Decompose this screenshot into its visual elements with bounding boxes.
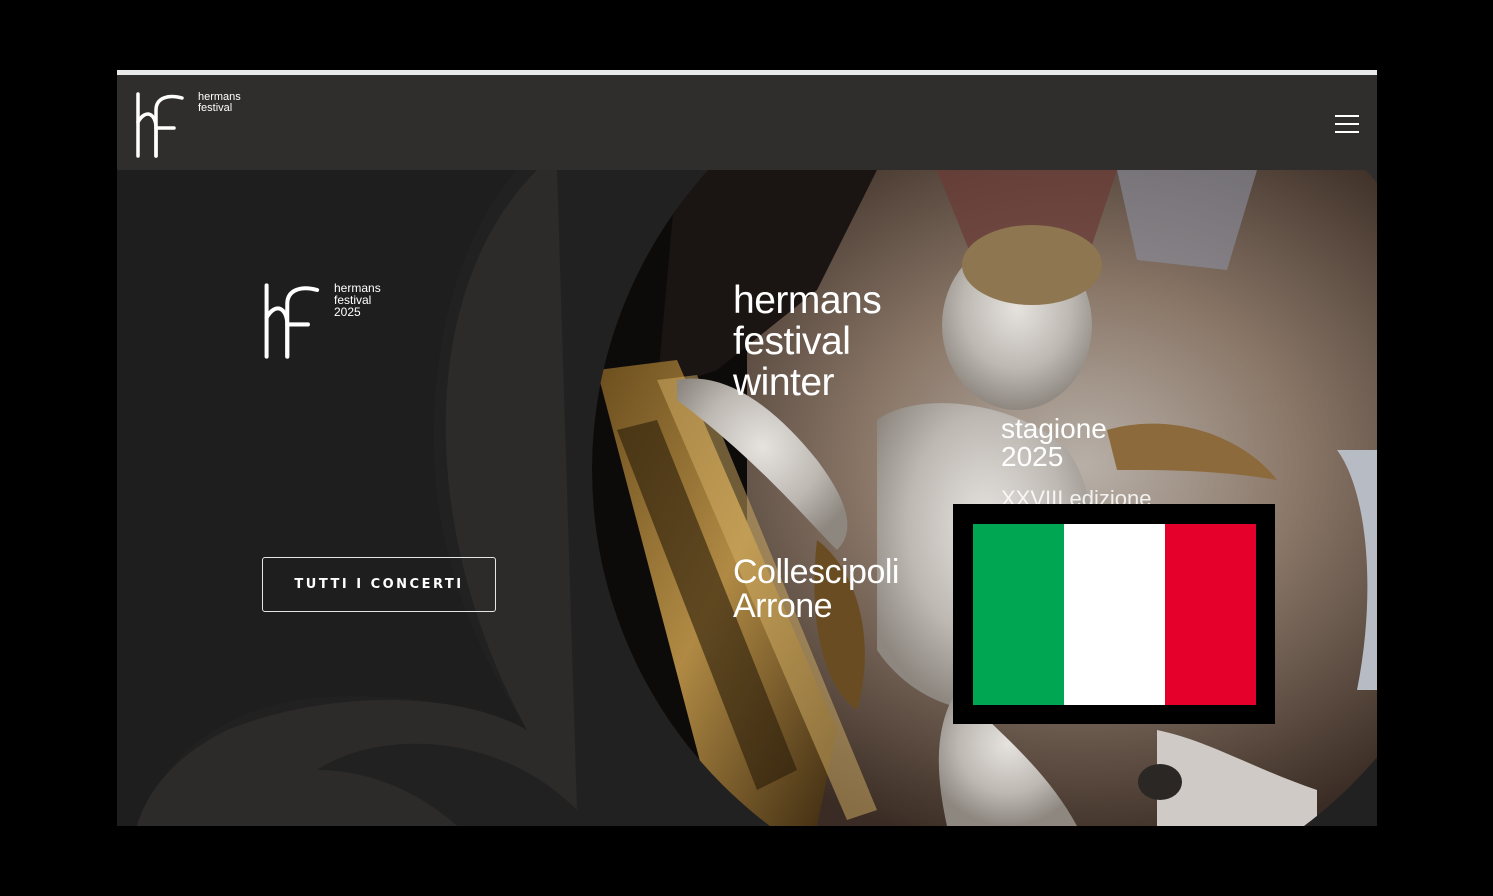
flag-stripe-white — [1064, 524, 1165, 705]
towns-label: Collescipoli Arrone — [733, 553, 899, 625]
menu-button[interactable] — [1335, 115, 1359, 133]
italian-flag-icon — [973, 524, 1256, 705]
all-concerts-button[interactable]: TUTTI I CONCERTI — [262, 557, 496, 612]
hf-logo-icon — [136, 92, 184, 158]
hero-section: hermans festival 2025 TUTTI I CONCERTI h… — [117, 170, 1377, 826]
flag-stripe-green — [973, 524, 1064, 705]
site-header: hermans festival — [117, 75, 1377, 170]
hero-logo-text: hermans festival 2025 — [334, 281, 381, 319]
browser-viewport: hermans festival hermans festival 2025 T… — [117, 70, 1377, 826]
hero-background — [117, 170, 1377, 826]
hero-title: hermans festival winter — [733, 279, 882, 404]
hamburger-menu-icon — [1335, 115, 1359, 117]
hf-festival-logo-icon — [264, 283, 320, 359]
season-label: stagione 2025 — [1001, 413, 1107, 472]
language-switch-button[interactable] — [953, 504, 1275, 724]
header-brand-text: hermans festival — [198, 91, 241, 114]
flag-stripe-red — [1165, 524, 1256, 705]
